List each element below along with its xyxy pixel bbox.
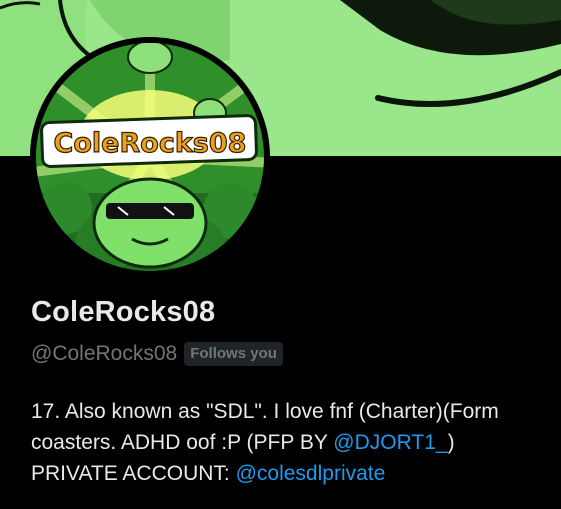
mention-link-djort1[interactable]: @DJORT1_ [333,431,447,454]
bio-line-2: coasters. ADHD oof :P (PFP BY @DJORT1_) [31,427,561,458]
avatar-image: ColeRocks08 [36,43,264,271]
follows-you-badge: Follows you [184,342,283,366]
profile-bio: 17. Also known as "SDL". I love fnf (Cha… [31,396,561,489]
bio-text: 17. Also known as "SDL". I love fnf (Cha… [31,400,499,423]
username-handle: @ColeRocks08 [31,342,178,365]
display-name: ColeRocks08 [31,296,216,328]
avatar[interactable]: ColeRocks08 [30,37,270,277]
handle-row: @ColeRocks08 Follows you [31,340,283,368]
avatar-logo-text: ColeRocks08 [54,128,247,159]
bio-text: PRIVATE ACCOUNT: [31,462,236,485]
colerocks08-logo-avatar: ColeRocks08 [36,43,264,271]
bio-text: ) [447,431,455,454]
bio-line-1: 17. Also known as "SDL". I love fnf (Cha… [31,396,561,427]
bio-text: coasters. ADHD oof :P (PFP BY [31,431,334,454]
mention-link-colesdlprivate[interactable]: @colesdlprivate [236,462,386,485]
bio-line-3: PRIVATE ACCOUNT: @colesdlprivate [31,458,561,489]
